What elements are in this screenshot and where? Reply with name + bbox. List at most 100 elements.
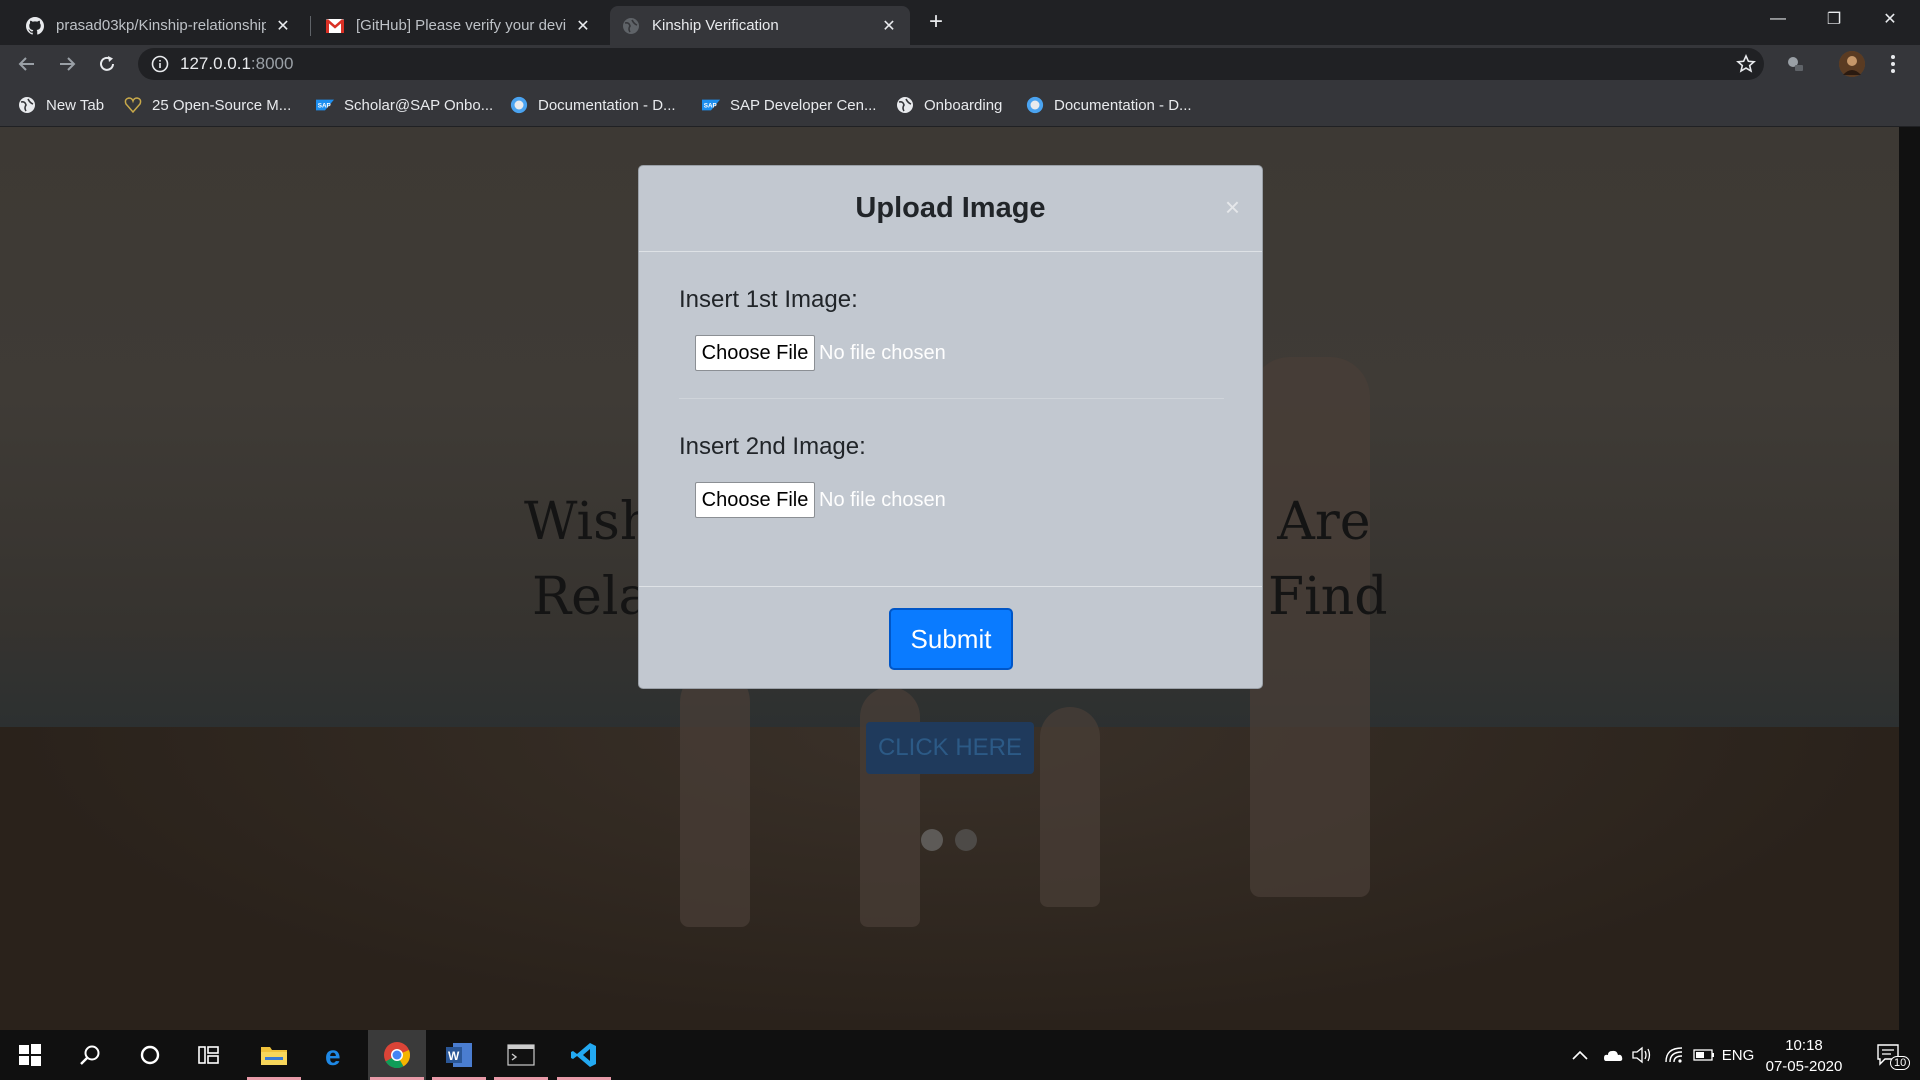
bookmark-label: Documentation - D... [538, 96, 676, 114]
bookmark-label: SAP Developer Cen... [730, 96, 877, 114]
volume-icon[interactable] [1628, 1030, 1656, 1080]
search-icon [80, 1045, 100, 1065]
bookmark-label: New Tab [46, 96, 105, 114]
terminal-button[interactable] [492, 1030, 550, 1080]
file1-status: No file chosen [819, 342, 946, 364]
task-view-icon [198, 1046, 219, 1064]
bookmark-documentation-2[interactable]: Documentation - D... [1026, 93, 1192, 117]
task-view-button[interactable] [181, 1030, 239, 1080]
file2-status: No file chosen [819, 489, 946, 511]
globe-icon [1026, 96, 1044, 114]
field2-label: Insert 2nd Image: [679, 433, 866, 460]
edge-button[interactable]: e [306, 1030, 364, 1080]
vscode-icon [571, 1043, 596, 1067]
modal-footer-divider [639, 586, 1262, 587]
clock[interactable]: 10:18 07-05-2020 [1748, 1035, 1860, 1077]
tab-separator [310, 16, 311, 36]
globe-icon [896, 96, 914, 114]
reload-button[interactable] [92, 49, 122, 79]
choose-file-button-2[interactable]: Choose File [695, 482, 815, 518]
gmail-icon [326, 17, 344, 35]
close-icon[interactable]: × [1225, 194, 1240, 220]
windows-taskbar: e W ENG 10:18 07-05-2020 10 [0, 1030, 1920, 1080]
globe-icon [18, 96, 36, 114]
notification-center[interactable]: 10 [1866, 1030, 1912, 1080]
hero-text-line1-left: Wish [524, 492, 654, 552]
sap-icon: SAP [316, 96, 334, 114]
svg-text:SAP: SAP [318, 103, 331, 110]
globe-icon [622, 17, 640, 35]
star-icon[interactable] [1736, 54, 1756, 74]
address-bar[interactable]: 127.0.0.1:8000 [138, 48, 1764, 80]
info-icon[interactable] [150, 54, 170, 74]
github-icon [26, 16, 44, 35]
tab-strip: prasad03kp/Kinship-relationship ✕ [GitHu… [0, 0, 1920, 45]
chevron-up-icon[interactable] [1568, 1030, 1592, 1080]
submit-button[interactable]: Submit [889, 608, 1013, 670]
bookmark-scholar-sap[interactable]: SAP Scholar@SAP Onbo... [316, 93, 493, 117]
sap-icon: SAP [702, 96, 720, 114]
clock-date: 07-05-2020 [1765, 1058, 1843, 1075]
file-explorer-button[interactable] [245, 1030, 303, 1080]
file-explorer-icon [261, 1047, 287, 1065]
url-port: :8000 [250, 54, 294, 73]
reload-icon [100, 56, 114, 71]
search-button[interactable] [61, 1030, 119, 1080]
url-text: 127.0.0.1:8000 [180, 54, 293, 74]
tab-gmail[interactable]: [GitHub] Please verify your device ✕ [314, 6, 604, 45]
clock-time: 10:18 [1785, 1037, 1823, 1054]
url-host: 127.0.0.1 [180, 54, 251, 73]
avatar[interactable] [1839, 51, 1865, 77]
back-button[interactable] [12, 49, 42, 79]
hero-text-line2-left: Rela [532, 567, 650, 627]
onedrive-icon[interactable] [1598, 1030, 1626, 1080]
globe-icon [510, 96, 528, 114]
bookmark-label: Onboarding [924, 96, 1003, 114]
person-figure [680, 667, 750, 927]
person-figure [1250, 357, 1370, 897]
browser-toolbar: 127.0.0.1:8000 [0, 45, 1920, 83]
tab-title: [GitHub] Please verify your device [356, 17, 566, 34]
carousel-dot-2[interactable] [955, 829, 977, 851]
word-button[interactable]: W [430, 1030, 488, 1080]
bookmark-label: Documentation - D... [1054, 96, 1192, 114]
start-button[interactable] [1, 1030, 59, 1080]
minimize-button[interactable]: — [1750, 0, 1806, 38]
bookmark-label: 25 Open-Source M... [152, 96, 292, 114]
arrow-right-icon [60, 57, 76, 71]
field1-label: Insert 1st Image: [679, 286, 858, 313]
page-scrollbar[interactable] [1899, 127, 1920, 1030]
close-icon[interactable]: ✕ [880, 17, 898, 35]
tab-title: Kinship Verification [652, 17, 779, 34]
cortana-icon [140, 1045, 160, 1065]
new-tab-button[interactable]: + [922, 8, 950, 36]
bookmark-open-source[interactable]: 25 Open-Source M... [124, 93, 291, 117]
bookmark-documentation-1[interactable]: Documentation - D... [510, 93, 676, 117]
choose-file-button-1[interactable]: Choose File [695, 335, 815, 371]
svg-text:e: e [325, 1042, 341, 1068]
close-icon[interactable]: ✕ [274, 17, 292, 35]
tab-github[interactable]: prasad03kp/Kinship-relationship ✕ [14, 6, 304, 45]
extension-icon[interactable] [1782, 51, 1808, 77]
bookmark-onboarding[interactable]: Onboarding [896, 93, 1002, 117]
carousel-dot-1[interactable] [921, 829, 943, 851]
bookmark-new-tab[interactable]: New Tab [18, 93, 104, 117]
cortana-button[interactable] [121, 1030, 179, 1080]
bookmark-sap-developer[interactable]: SAP SAP Developer Cen... [702, 93, 876, 117]
svg-text:SAP: SAP [704, 103, 717, 110]
wifi-icon[interactable] [1660, 1030, 1688, 1080]
close-icon[interactable]: ✕ [574, 17, 592, 35]
vscode-button[interactable] [555, 1030, 613, 1080]
chrome-button[interactable] [368, 1030, 426, 1080]
upload-image-modal: Upload Image × Insert 1st Image: Choose … [638, 165, 1263, 689]
battery-icon[interactable] [1690, 1030, 1718, 1080]
restore-button[interactable]: ❐ [1806, 0, 1862, 38]
click-here-button[interactable]: CLICK HERE [866, 722, 1034, 774]
menu-icon[interactable] [1880, 51, 1906, 77]
tab-kinship-verification[interactable]: Kinship Verification ✕ [610, 6, 910, 45]
modal-header: Upload Image × [639, 166, 1262, 252]
heart-icon [124, 96, 142, 114]
close-window-button[interactable]: ✕ [1862, 0, 1918, 38]
hero-text-line2-right: Find [1268, 567, 1388, 627]
forward-button[interactable] [52, 49, 82, 79]
